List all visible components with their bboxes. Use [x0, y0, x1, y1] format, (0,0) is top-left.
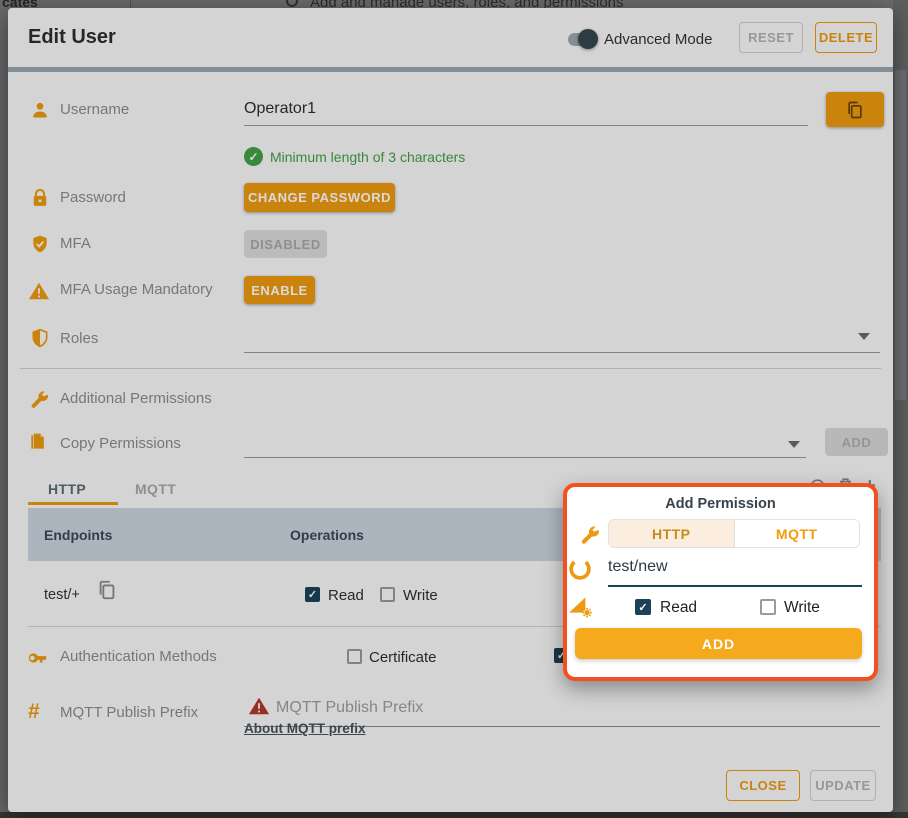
tab-mqtt[interactable]: MQTT: [135, 481, 176, 497]
popup-write-label: Write: [784, 599, 820, 617]
row-write-checkbox[interactable]: [380, 587, 395, 602]
tab-http[interactable]: HTTP: [48, 481, 86, 497]
wrench-icon: [28, 388, 48, 408]
section-divider: [20, 368, 881, 369]
roles-caret-icon[interactable]: [858, 333, 870, 340]
certificate-label: Certificate: [369, 649, 437, 666]
roles-underline: [244, 352, 880, 353]
header-divider: [8, 67, 893, 72]
warning-triangle-icon: [28, 280, 48, 300]
add-permission-popup: Add Permission HTTP MQTT test/new ✓ Read…: [563, 483, 878, 681]
endpoint-value: test/+: [44, 587, 80, 603]
auth-methods-label: Authentication Methods: [60, 648, 217, 665]
page-scrollbar-thumb[interactable]: [895, 70, 906, 400]
copy-permissions-caret-icon[interactable]: [788, 441, 800, 448]
row-read-label: Read: [328, 587, 364, 604]
change-password-button[interactable]: CHANGE PASSWORD: [244, 183, 395, 212]
mqtt-prefix-label: MQTT Publish Prefix: [60, 704, 198, 721]
advanced-mode-toggle-knob[interactable]: [578, 29, 598, 49]
popup-type-segmented: HTTP MQTT: [608, 519, 860, 548]
dialog-title: Edit User: [28, 26, 116, 49]
certificate-checkbox[interactable]: [347, 649, 362, 664]
key-icon: [26, 647, 46, 667]
copy-permissions-label: Copy Permissions: [60, 435, 181, 452]
roles-shield-icon: [30, 328, 50, 348]
column-endpoints: Endpoints: [44, 527, 112, 543]
popup-title: Add Permission: [567, 496, 874, 512]
hash-icon: #: [28, 700, 48, 720]
background-bottom-strip: [0, 812, 908, 818]
background-nav-fragment: cates: [2, 0, 38, 8]
column-operations: Operations: [290, 527, 364, 543]
background-page-strip: cates Add and manage users, roles, and p…: [0, 0, 908, 8]
username-input[interactable]: Operator1: [244, 100, 316, 118]
tab-active-underline: [28, 502, 118, 505]
popup-endpoint-input[interactable]: test/new: [608, 558, 668, 576]
copy-icon: [845, 100, 865, 120]
mfa-disabled-button[interactable]: DISABLED: [244, 230, 327, 258]
mfa-mandatory-label: MFA Usage Mandatory: [60, 281, 213, 298]
popup-tab-mqtt[interactable]: MQTT: [734, 520, 860, 547]
shield-check-icon: [30, 234, 50, 254]
info-icon: [286, 0, 298, 7]
row-write-label: Write: [403, 587, 438, 604]
popup-read-checkbox[interactable]: ✓: [635, 599, 651, 615]
additional-permissions-label: Additional Permissions: [60, 390, 212, 407]
user-icon: [30, 100, 50, 120]
reset-button[interactable]: RESET: [739, 22, 803, 53]
popup-add-button[interactable]: ADD: [575, 628, 862, 659]
username-label: Username: [60, 101, 129, 118]
validation-check-icon: ✓: [244, 147, 263, 166]
popup-read-label: Read: [660, 599, 697, 617]
update-button[interactable]: UPDATE: [810, 770, 876, 801]
error-triangle-icon: [248, 695, 270, 717]
copy-permissions-underline: [244, 457, 806, 458]
copy-permissions-icon: [28, 432, 48, 452]
background-subtitle: Add and manage users, roles, and permiss…: [310, 0, 624, 8]
delete-button[interactable]: DELETE: [815, 22, 877, 53]
copy-username-button[interactable]: [826, 92, 884, 127]
about-mqtt-prefix-link[interactable]: About MQTT prefix: [244, 721, 366, 736]
edit-user-dialog: Edit User Advanced Mode RESET DELETE Use…: [8, 8, 893, 812]
lock-icon: [30, 188, 50, 208]
mqtt-prefix-input-placeholder[interactable]: MQTT Publish Prefix: [276, 699, 423, 717]
password-label: Password: [60, 189, 126, 206]
row-read-checkbox[interactable]: ✓: [305, 587, 320, 602]
advanced-mode-label: Advanced Mode: [604, 31, 712, 48]
popup-endpoint-icon: [567, 556, 593, 582]
mfa-enable-button[interactable]: ENABLE: [244, 276, 315, 304]
roles-label: Roles: [60, 330, 98, 347]
username-underline: [244, 125, 808, 126]
popup-wrench-icon: [578, 523, 601, 546]
popup-write-checkbox[interactable]: [760, 599, 776, 615]
popup-tab-http[interactable]: HTTP: [609, 520, 734, 547]
mfa-label: MFA: [60, 235, 91, 252]
background-divider: [130, 0, 131, 8]
close-button[interactable]: CLOSE: [726, 770, 800, 801]
page-scrollbar-track[interactable]: [893, 0, 908, 818]
copy-endpoint-icon[interactable]: [96, 579, 118, 601]
popup-operations-icon: [567, 592, 593, 618]
copy-permissions-add-button[interactable]: ADD: [825, 428, 888, 456]
username-validation-message: Minimum length of 3 characters: [270, 149, 465, 165]
popup-endpoint-underline: [608, 585, 862, 587]
